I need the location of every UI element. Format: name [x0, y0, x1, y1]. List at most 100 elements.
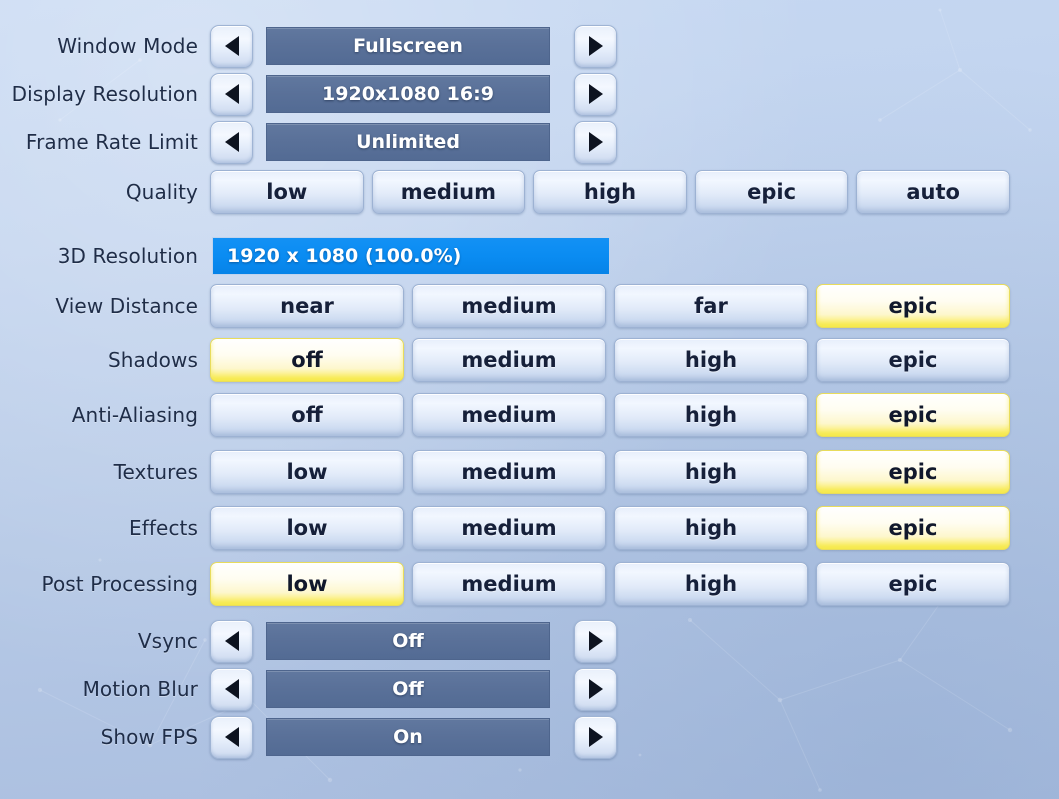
settings-row-3d-resolution: 3D Resolution 1920 x 1080 (100.0%) — [0, 232, 1059, 280]
post-processing-option-low[interactable]: low — [210, 562, 404, 606]
settings-row-motion-blur: Motion Blur Off — [0, 665, 1059, 713]
row-control-show-fps: On — [210, 713, 1059, 761]
row-control-post-processing: low medium high epic — [210, 560, 1059, 608]
shadows-option-medium[interactable]: medium — [412, 338, 606, 382]
vsync-value: Off — [266, 622, 550, 660]
row-label-textures: Textures — [113, 460, 198, 484]
row-control-window-mode: Fullscreen — [210, 22, 1059, 70]
motion-blur-prev-arrow-icon[interactable] — [210, 667, 253, 711]
settings-row-anti-aliasing: Anti-Aliasing off medium high epic — [0, 391, 1059, 439]
row-label-effects: Effects — [129, 516, 198, 540]
row-label-frame-rate-limit: Frame Rate Limit — [25, 130, 198, 154]
shadows-option-epic[interactable]: epic — [816, 338, 1010, 382]
settings-row-shadows: Shadows off medium high epic — [0, 336, 1059, 384]
settings-row-textures: Textures low medium high epic — [0, 448, 1059, 496]
3d-resolution-slider-value: 1920 x 1080 (100.0%) — [227, 245, 462, 267]
row-control-effects: low medium high epic — [210, 504, 1059, 552]
textures-option-epic[interactable]: epic — [816, 450, 1010, 494]
window-mode-prev-arrow-icon[interactable] — [210, 24, 253, 68]
motion-blur-next-arrow-icon[interactable] — [574, 667, 617, 711]
show-fps-next-arrow-icon[interactable] — [574, 715, 617, 759]
left-arrow-icon — [224, 132, 239, 152]
right-arrow-icon — [588, 132, 603, 152]
quality-option-medium[interactable]: medium — [371, 170, 526, 214]
settings-row-view-distance: View Distance near medium far epic — [0, 282, 1059, 330]
post-processing-option-medium[interactable]: medium — [412, 562, 606, 606]
settings-row-frame-rate-limit: Frame Rate Limit Unlimited — [0, 118, 1059, 166]
left-arrow-icon — [224, 631, 239, 651]
settings-row-window-mode: Window Mode Fullscreen — [0, 22, 1059, 70]
show-fps-prev-arrow-icon[interactable] — [210, 715, 253, 759]
display-resolution-prev-arrow-icon[interactable] — [210, 72, 253, 116]
vsync-prev-arrow-icon[interactable] — [210, 619, 253, 663]
row-control-anti-aliasing: off medium high epic — [210, 391, 1059, 439]
effects-option-low[interactable]: low — [210, 506, 404, 550]
anti-aliasing-option-off[interactable]: off — [210, 393, 404, 437]
row-label-3d-resolution: 3D Resolution — [57, 244, 198, 268]
quality-option-auto[interactable]: auto — [856, 170, 1010, 214]
row-label-window-mode: Window Mode — [57, 34, 198, 58]
frame-rate-limit-prev-arrow-icon[interactable] — [210, 120, 253, 164]
view-distance-option-far[interactable]: far — [614, 284, 808, 328]
post-processing-option-high[interactable]: high — [614, 562, 808, 606]
quality-option-high[interactable]: high — [533, 170, 687, 214]
settings-row-quality: Quality low medium high epic auto — [0, 168, 1059, 216]
effects-option-high[interactable]: high — [614, 506, 808, 550]
video-settings-panel: Window Mode Fullscreen Display Resolution 1… — [0, 0, 1059, 799]
row-control-shadows: off medium high epic — [210, 336, 1059, 384]
3d-resolution-slider[interactable]: 1920 x 1080 (100.0%) — [212, 237, 610, 275]
settings-row-show-fps: Show FPS On — [0, 713, 1059, 761]
settings-row-effects: Effects low medium high epic — [0, 504, 1059, 552]
row-control-quality: low medium high epic auto — [210, 168, 1059, 216]
anti-aliasing-option-medium[interactable]: medium — [412, 393, 606, 437]
motion-blur-value: Off — [266, 670, 550, 708]
row-label-motion-blur: Motion Blur — [82, 677, 198, 701]
row-control-view-distance: near medium far epic — [210, 282, 1059, 330]
row-label-show-fps: Show FPS — [100, 725, 198, 749]
quality-option-epic[interactable]: epic — [694, 170, 849, 214]
view-distance-option-near[interactable]: near — [210, 284, 404, 328]
textures-option-high[interactable]: high — [614, 450, 808, 494]
settings-row-display-resolution: Display Resolution 1920x1080 16:9 — [0, 70, 1059, 118]
row-control-vsync: Off — [210, 617, 1059, 665]
display-resolution-next-arrow-icon[interactable] — [574, 72, 617, 116]
left-arrow-icon — [224, 679, 239, 699]
frame-rate-limit-next-arrow-icon[interactable] — [574, 120, 617, 164]
anti-aliasing-option-high[interactable]: high — [614, 393, 808, 437]
right-arrow-icon — [588, 679, 603, 699]
row-control-textures: low medium high epic — [210, 448, 1059, 496]
left-arrow-icon — [224, 727, 239, 747]
show-fps-value: On — [266, 718, 550, 756]
left-arrow-icon — [224, 84, 239, 104]
row-label-view-distance: View Distance — [55, 294, 198, 318]
effects-option-epic[interactable]: epic — [816, 506, 1010, 550]
row-control-frame-rate-limit: Unlimited — [210, 118, 1059, 166]
settings-row-vsync: Vsync Off — [0, 617, 1059, 665]
anti-aliasing-option-epic[interactable]: epic — [816, 393, 1010, 437]
right-arrow-icon — [588, 84, 603, 104]
right-arrow-icon — [588, 727, 603, 747]
row-label-quality: Quality — [125, 180, 198, 204]
shadows-option-high[interactable]: high — [614, 338, 808, 382]
vsync-next-arrow-icon[interactable] — [574, 619, 617, 663]
row-control-3d-resolution: 1920 x 1080 (100.0%) — [210, 232, 1059, 280]
settings-row-post-processing: Post Processing low medium high epic — [0, 560, 1059, 608]
row-label-display-resolution: Display Resolution — [11, 82, 198, 106]
effects-option-medium[interactable]: medium — [412, 506, 606, 550]
textures-option-low[interactable]: low — [210, 450, 404, 494]
row-control-display-resolution: 1920x1080 16:9 — [210, 70, 1059, 118]
quality-option-low[interactable]: low — [210, 170, 364, 214]
post-processing-option-epic[interactable]: epic — [816, 562, 1010, 606]
settings-rows-container: Window Mode Fullscreen Display Resolution 1… — [0, 0, 1059, 799]
textures-option-medium[interactable]: medium — [412, 450, 606, 494]
view-distance-option-epic[interactable]: epic — [816, 284, 1010, 328]
shadows-option-off[interactable]: off — [210, 338, 404, 382]
window-mode-next-arrow-icon[interactable] — [574, 24, 617, 68]
view-distance-option-medium[interactable]: medium — [412, 284, 606, 328]
row-label-vsync: Vsync — [137, 629, 198, 653]
frame-rate-limit-value: Unlimited — [266, 123, 550, 161]
row-control-motion-blur: Off — [210, 665, 1059, 713]
right-arrow-icon — [588, 36, 603, 56]
row-label-post-processing: Post Processing — [41, 572, 198, 596]
window-mode-value: Fullscreen — [266, 27, 550, 65]
